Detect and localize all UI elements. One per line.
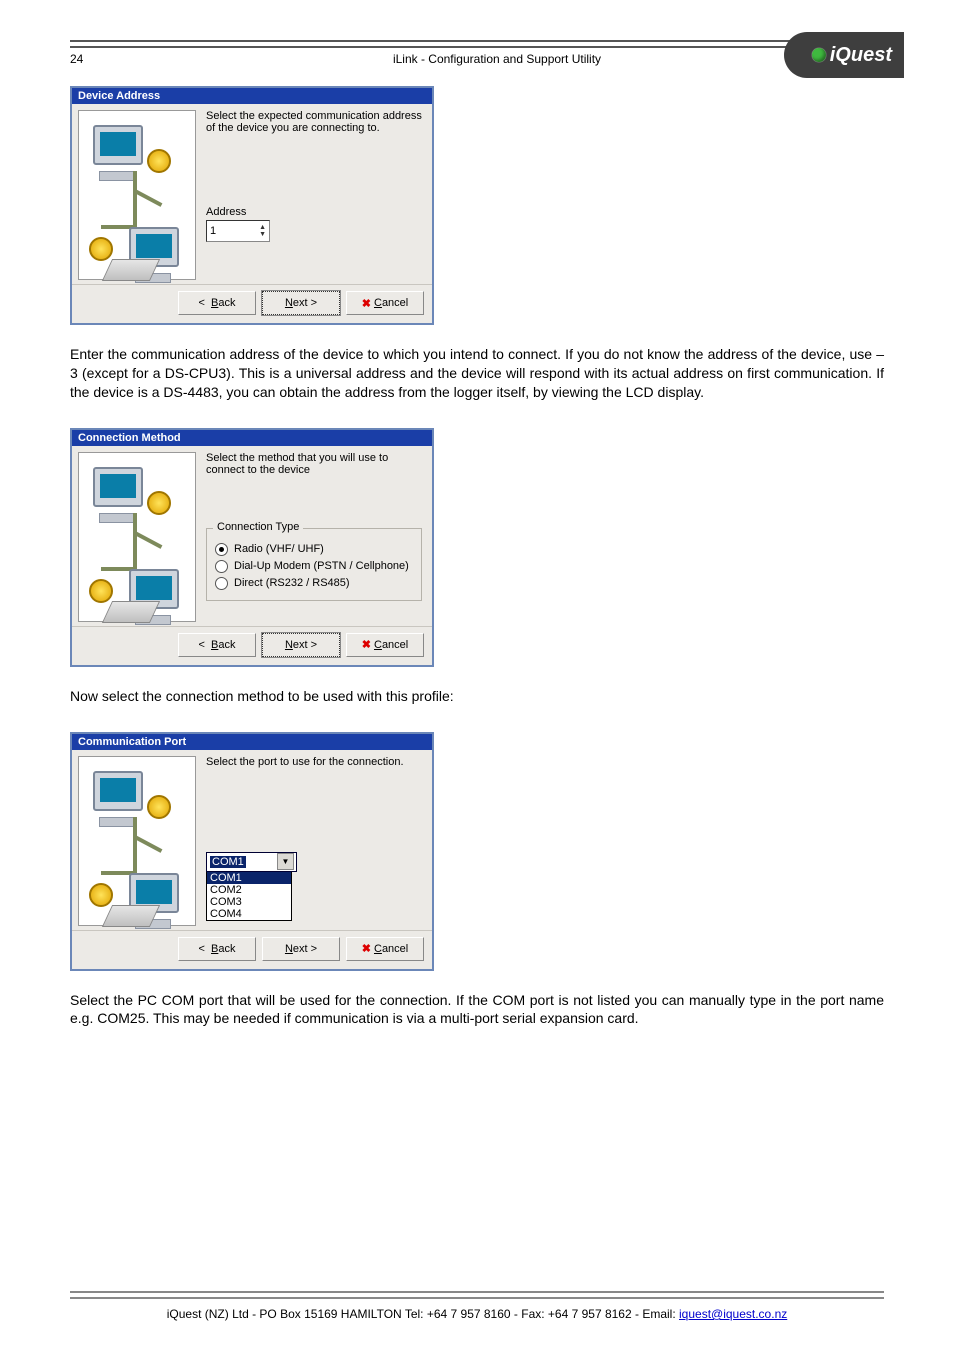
dialog-instruction: Select the expected communication addres… bbox=[206, 110, 422, 134]
spinner-arrows-icon[interactable]: ▲▼ bbox=[259, 224, 266, 238]
next-button[interactable]: Next > bbox=[262, 937, 340, 961]
wizard-art-icon bbox=[78, 452, 196, 622]
radio-direct[interactable]: Direct (RS232 / RS485) bbox=[215, 577, 413, 590]
cancel-button[interactable]: ✖Cancel bbox=[346, 937, 424, 961]
page-number: 24 bbox=[70, 52, 110, 66]
dialog-title: Communication Port bbox=[72, 734, 432, 750]
footer-text: iQuest (NZ) Ltd - PO Box 15169 HAMILTON … bbox=[167, 1307, 679, 1321]
paragraph-1: Enter the communication address of the d… bbox=[70, 345, 884, 402]
list-item[interactable]: COM2 bbox=[207, 884, 291, 896]
footer-rule bbox=[70, 1291, 884, 1299]
radio-dialup[interactable]: Dial-Up Modem (PSTN / Cellphone) bbox=[215, 560, 413, 573]
paragraph-3: Select the PC COM port that will be used… bbox=[70, 991, 884, 1029]
dialog-device-address: Device Address Select the expected commu… bbox=[70, 86, 434, 325]
wizard-art-icon bbox=[78, 756, 196, 926]
x-icon: ✖ bbox=[362, 297, 371, 310]
address-value: 1 bbox=[210, 225, 216, 237]
dialog-instruction: Select the method that you will use to c… bbox=[206, 452, 422, 476]
address-label: Address bbox=[206, 206, 422, 218]
radio-icon bbox=[215, 577, 228, 590]
back-button[interactable]: < Back bbox=[178, 937, 256, 961]
top-rule bbox=[70, 40, 884, 48]
address-spinner[interactable]: 1 ▲▼ bbox=[206, 220, 270, 242]
footer-line: iQuest (NZ) Ltd - PO Box 15169 HAMILTON … bbox=[70, 1307, 884, 1321]
cancel-button[interactable]: ✖Cancel bbox=[346, 291, 424, 315]
x-icon: ✖ bbox=[362, 942, 371, 955]
footer-email-link[interactable]: iquest@iquest.co.nz bbox=[679, 1307, 787, 1321]
dialog-title: Connection Method bbox=[72, 430, 432, 446]
radio-label: Dial-Up Modem (PSTN / Cellphone) bbox=[234, 560, 409, 572]
logo-dot-icon bbox=[812, 48, 826, 62]
paragraph-2: Now select the connection method to be u… bbox=[70, 687, 884, 706]
radio-label: Radio (VHF/ UHF) bbox=[234, 543, 324, 555]
page-title: iLink - Configuration and Support Utilit… bbox=[110, 52, 884, 66]
dialog-connection-method: Connection Method Select the method that… bbox=[70, 428, 434, 667]
list-item[interactable]: COM3 bbox=[207, 896, 291, 908]
wizard-art-icon bbox=[78, 110, 196, 280]
combo-selected: COM1 bbox=[210, 856, 246, 868]
radio-label: Direct (RS232 / RS485) bbox=[234, 577, 350, 589]
brand-logo: iQuest bbox=[784, 32, 904, 78]
group-legend: Connection Type bbox=[213, 521, 303, 533]
radio-icon bbox=[215, 543, 228, 556]
dialog-instruction: Select the port to use for the connectio… bbox=[206, 756, 422, 768]
radio-radio[interactable]: Radio (VHF/ UHF) bbox=[215, 543, 413, 556]
cancel-button[interactable]: ✖Cancel bbox=[346, 633, 424, 657]
dialog-title: Device Address bbox=[72, 88, 432, 104]
back-button[interactable]: < Back bbox=[178, 291, 256, 315]
logo-text: iQuest bbox=[830, 44, 892, 67]
next-button[interactable]: Next > bbox=[262, 291, 340, 315]
x-icon: ✖ bbox=[362, 638, 371, 651]
page-header: 24 iLink - Configuration and Support Uti… bbox=[70, 52, 884, 66]
back-button[interactable]: < Back bbox=[178, 633, 256, 657]
chevron-down-icon[interactable]: ▼ bbox=[277, 853, 294, 870]
dialog-communication-port: Communication Port Select the port to us… bbox=[70, 732, 434, 971]
list-item[interactable]: COM1 bbox=[207, 872, 291, 884]
com-port-combobox[interactable]: COM1 ▼ bbox=[206, 852, 297, 872]
radio-icon bbox=[215, 560, 228, 573]
com-port-dropdown-list[interactable]: COM1 COM2 COM3 COM4 bbox=[206, 872, 292, 921]
connection-type-group: Connection Type Radio (VHF/ UHF) Dial-Up… bbox=[206, 528, 422, 601]
next-button[interactable]: Next > bbox=[262, 633, 340, 657]
list-item[interactable]: COM4 bbox=[207, 908, 291, 920]
